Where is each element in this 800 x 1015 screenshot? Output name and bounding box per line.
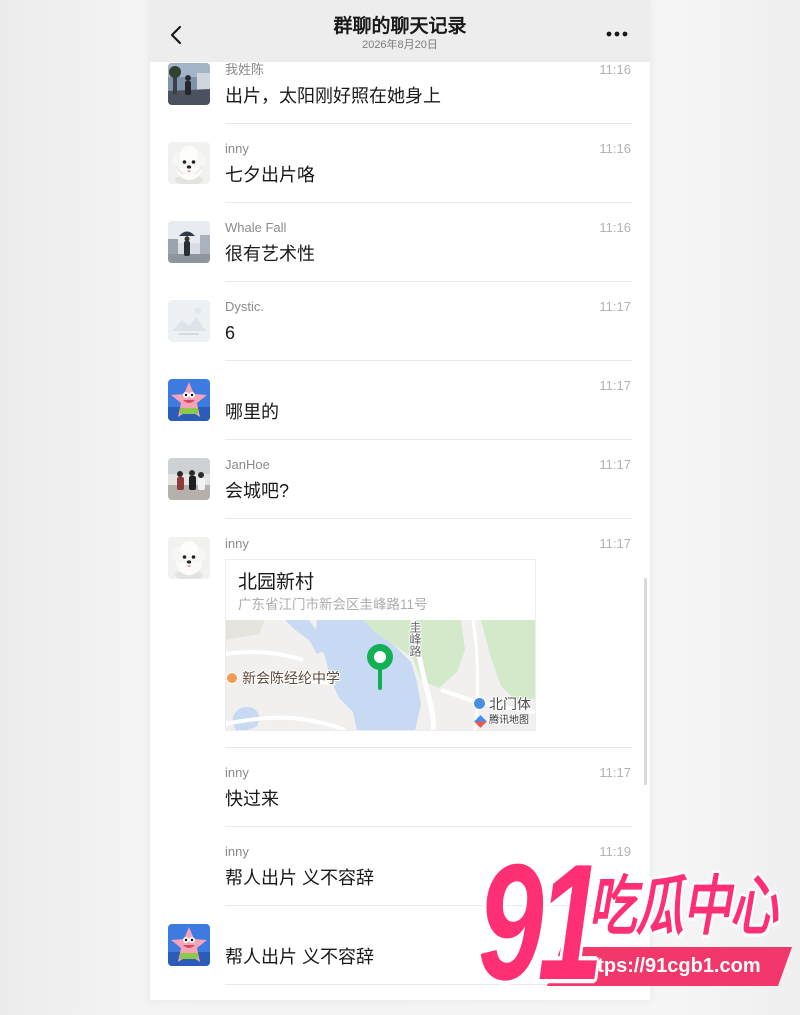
avatar[interactable] bbox=[168, 300, 210, 342]
message-time: 11:17 bbox=[599, 536, 631, 551]
message-row: Dystic. 11:17 6 bbox=[150, 282, 650, 361]
map-preview[interactable]: 圭峰路 新会陈经纶中学 北门体 腾讯地图 bbox=[226, 620, 535, 730]
message-text: 6 bbox=[225, 323, 236, 343]
chat-history-screen: 群聊的聊天记录 2026年8月20日 我姓陈 11:16 出片，太阳刚好照在她身… bbox=[150, 0, 650, 1000]
message-text: 哪里的 bbox=[225, 402, 279, 422]
avatar[interactable] bbox=[168, 458, 210, 500]
page-date: 2026年8月20日 bbox=[362, 39, 438, 51]
sender-name: JanHoe bbox=[225, 457, 270, 472]
location-address: 广东省江门市新会区圭峰路11号 bbox=[238, 597, 428, 612]
avatar[interactable] bbox=[168, 924, 210, 966]
sender-name: Whale Fall bbox=[225, 220, 287, 235]
scrollbar[interactable] bbox=[644, 578, 647, 785]
message-text: 会城吧? bbox=[225, 481, 290, 501]
message-row: inny 11:17 北园新村 广东省江门市新会区圭峰路11号 圭峰路 新会陈经… bbox=[150, 519, 650, 748]
message-row: inny 11:16 七夕出片咯 bbox=[150, 124, 650, 203]
message-time: 11:16 bbox=[599, 220, 631, 235]
message-text: 很有艺术性 bbox=[225, 244, 315, 264]
poi-icon bbox=[473, 697, 486, 710]
avatar[interactable] bbox=[168, 63, 210, 105]
avatar[interactable] bbox=[168, 379, 210, 421]
page-title: 群聊的聊天记录 bbox=[333, 16, 467, 37]
message-time: 11:17 bbox=[599, 378, 631, 393]
avatar[interactable] bbox=[168, 142, 210, 184]
message-time: 11:19 bbox=[599, 844, 631, 859]
message-time: 11:16 bbox=[599, 141, 631, 156]
message-text: 帮人出片 义不容辞 bbox=[225, 947, 375, 967]
sender-name: inny bbox=[225, 141, 249, 156]
sender-name: Dystic. bbox=[225, 299, 264, 314]
message-row: Whale Fall 11:16 很有艺术性 bbox=[150, 203, 650, 282]
divider bbox=[225, 984, 632, 985]
message-list[interactable]: 我姓陈 11:16 出片，太阳刚好照在她身上 inny 11:16 七夕出片咯 … bbox=[150, 45, 650, 985]
map-road-label: 圭峰路 bbox=[408, 621, 422, 657]
location-title: 北园新村 bbox=[238, 572, 315, 593]
school-icon bbox=[226, 672, 238, 684]
more-horizontal-icon bbox=[606, 31, 628, 37]
location-card[interactable]: 北园新村 广东省江门市新会区圭峰路11号 圭峰路 新会陈经纶中学 北门体 腾讯地… bbox=[225, 559, 536, 731]
message-row: 11:17 哪里的 bbox=[150, 361, 650, 440]
message-text: 七夕出片咯 bbox=[225, 165, 315, 185]
sender-name: inny bbox=[225, 536, 249, 551]
message-row: inny 11:17 快过来 bbox=[150, 748, 650, 827]
sender-name: 我姓陈 bbox=[225, 62, 265, 77]
message-text: 快过来 bbox=[225, 789, 279, 809]
message-row: JanHoe 11:17 会城吧? bbox=[150, 440, 650, 519]
message-time: 11:16 bbox=[599, 62, 631, 77]
message-text: 帮人出片 义不容辞 bbox=[225, 868, 375, 888]
sender-name: inny bbox=[225, 765, 249, 780]
message-row: inny 11:19 帮人出片 义不容辞 bbox=[150, 827, 650, 906]
map-provider-label: 腾讯地图 bbox=[489, 715, 529, 726]
map-school-label: 新会陈经纶中学 bbox=[242, 670, 340, 686]
message-time: 11:17 bbox=[599, 765, 631, 780]
map-poi-label: 北门体 bbox=[489, 696, 531, 712]
message-row: 帮人出片 义不容辞 bbox=[150, 906, 650, 985]
sender-name: inny bbox=[225, 844, 249, 859]
avatar[interactable] bbox=[168, 537, 210, 579]
message-text: 出片，太阳刚好照在她身上 bbox=[225, 86, 441, 106]
top-bar: 群聊的聊天记录 2026年8月20日 bbox=[150, 0, 650, 62]
avatar[interactable] bbox=[168, 221, 210, 263]
message-time: 11:17 bbox=[599, 299, 631, 314]
message-time: 11:17 bbox=[599, 457, 631, 472]
more-button[interactable] bbox=[602, 26, 632, 42]
